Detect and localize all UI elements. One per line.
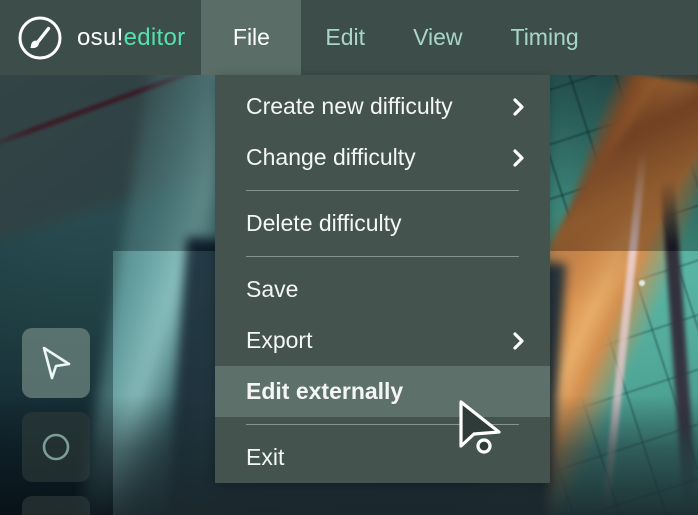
menu-option-label: Export [246,327,313,353]
brand-editor-text: editor [123,23,186,51]
cursor-arrow-icon [39,344,73,382]
menu-option-save[interactable]: Save [215,264,550,315]
menu-separator [246,424,519,425]
file-dropdown-menu: Create new difficulty Change difficulty … [215,75,550,483]
app-brand: osu!editor [0,0,201,75]
osu-editor-window: osu!editor File Edit View Timing Create … [0,0,698,515]
menu-separator [246,256,519,257]
tool-select[interactable] [22,328,90,398]
menu-option-export[interactable]: Export [215,315,550,366]
brand-osu-text: osu! [77,23,124,51]
menu-option-label: Exit [246,444,285,470]
menu-bar: osu!editor File Edit View Timing [0,0,698,75]
chevron-right-icon [512,331,525,351]
menu-option-edit-externally[interactable]: Edit externally [215,366,550,417]
menu-option-label: Edit externally [246,378,404,404]
menu-option-delete-difficulty[interactable]: Delete difficulty [215,198,550,249]
menu-item-file[interactable]: File [201,0,302,75]
menu-option-label: Create new difficulty [246,93,453,119]
hit-circle-icon [41,432,71,462]
menu-separator [246,190,519,191]
tool-circle[interactable] [22,412,90,482]
chevron-right-icon [512,148,525,168]
menu-bar-spacer [603,0,698,75]
menu-option-label: Save [246,276,299,302]
chevron-right-icon [512,97,525,117]
menu-item-view[interactable]: View [389,0,486,75]
menu-option-label: Delete difficulty [246,210,402,236]
editor-toolbox [22,328,90,515]
tool-slider[interactable] [22,496,90,515]
menu-option-exit[interactable]: Exit [215,432,550,483]
menu-item-timing[interactable]: Timing [487,0,603,75]
menu-option-create-new-difficulty[interactable]: Create new difficulty [215,81,550,132]
osu-paintbrush-circle-icon [17,15,63,61]
app-title: osu!editor [77,24,185,52]
menu-item-edit[interactable]: Edit [301,0,389,75]
menu-option-label: Change difficulty [246,144,416,170]
menu-option-change-difficulty[interactable]: Change difficulty [215,132,550,183]
